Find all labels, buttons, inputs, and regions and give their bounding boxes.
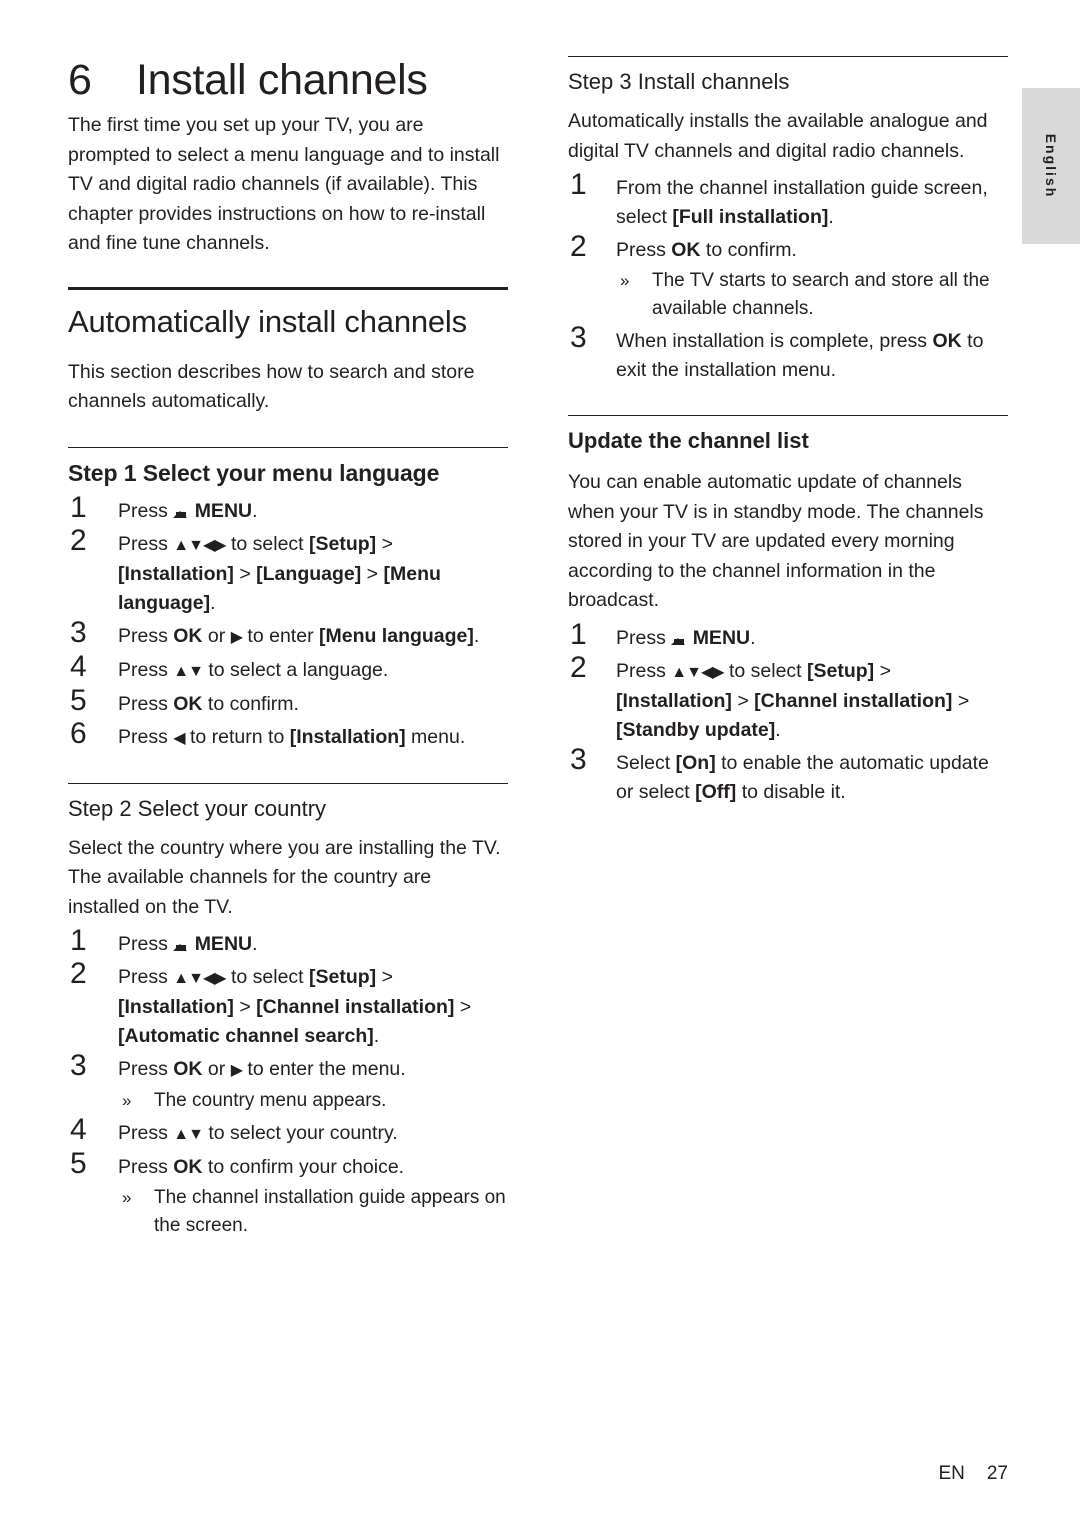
guillemet-icon: » xyxy=(122,1188,132,1207)
step-text: Press OK or ▶ to enter the menu. xyxy=(118,1058,406,1080)
step-number: 1 xyxy=(70,490,87,524)
side-tab-label: English xyxy=(1043,133,1059,199)
step-number: 2 xyxy=(70,957,87,990)
list-item: 5 Press OK to confirm. xyxy=(68,684,508,719)
step-text: Press OK or ▶ to enter [Menu language]. xyxy=(118,624,480,647)
list-item: 3 Press OK or ▶ to enter [Menu language]… xyxy=(68,616,508,652)
step-number: 2 xyxy=(70,523,87,557)
heading-update-channel-list: Update the channel list xyxy=(568,428,809,453)
list-item: 3 Select [On] to enable the automatic up… xyxy=(568,743,1008,807)
step-number: 1 xyxy=(70,924,87,957)
sub-note-text: The country menu appears. xyxy=(154,1090,387,1111)
divider-step3 xyxy=(568,56,1008,57)
step-text: Press ▲▼◀▶ to select [Setup] > [Installa… xyxy=(616,659,970,741)
chapter-number: 6 xyxy=(68,56,92,104)
list-item: 2 Press OK to confirm. » The TV starts to… xyxy=(568,230,1008,323)
heading-step-3: Step 3 Install channels xyxy=(568,69,1008,95)
list-item: 2 Press ▲▼◀▶ to select [Setup] > [Instal… xyxy=(68,957,508,1051)
list-item: 2 Press ▲▼◀▶ to select [Setup] > [Instal… xyxy=(568,651,1008,745)
step-number: 4 xyxy=(70,649,87,683)
guillemet-icon: » xyxy=(122,1091,132,1110)
step-text: Press ▲▼ to select your country. xyxy=(118,1122,398,1144)
home-icon xyxy=(173,505,188,518)
step-number: 5 xyxy=(70,1147,87,1180)
heading-step-2: Step 2 Select your country xyxy=(68,796,508,822)
step-number: 3 xyxy=(570,742,587,776)
list-item: 3 When installation is complete, press O… xyxy=(568,321,1008,385)
step-number: 3 xyxy=(70,615,87,649)
section-intro: This section describes how to search and… xyxy=(68,360,475,413)
sub-note: » The TV starts to search and store all t… xyxy=(616,267,1008,323)
step2-list: 1 Press MENU. 2 Press ▲▼◀▶ to select [Se… xyxy=(68,924,508,1240)
chapter-intro: The first time you set up your TV, you a… xyxy=(68,114,500,254)
update-body: You can enable automatic update of chann… xyxy=(568,471,984,611)
list-item: 1 Press MENU. xyxy=(568,618,1008,653)
divider-update xyxy=(568,415,1008,416)
heading-step-1: Step 1 Select your menu language xyxy=(68,460,508,487)
right-column: Step 3 Install channels Automatically in… xyxy=(568,56,1008,811)
list-item: 4 Press ▲▼ to select a language. xyxy=(68,650,508,686)
home-icon xyxy=(671,632,686,645)
step-number: 3 xyxy=(70,1049,87,1082)
chapter-title: Install channels xyxy=(136,56,428,104)
step-number: 1 xyxy=(570,617,587,651)
footer-language: EN xyxy=(938,1463,965,1484)
divider-step2 xyxy=(68,782,508,784)
step-text: Press ▲▼ to select a language. xyxy=(118,658,389,681)
section-title-auto-install: Automatically install channels xyxy=(68,303,467,339)
page-footer: EN 27 xyxy=(938,1463,1008,1485)
sub-note: » The country menu appears. xyxy=(118,1087,508,1115)
list-item: 1 Press MENU. xyxy=(68,924,508,959)
sub-note: » The channel installation guide appears … xyxy=(118,1184,508,1240)
chapter-heading: 6 Install channels xyxy=(68,56,508,105)
step-number: 2 xyxy=(570,650,587,684)
update-list: 1 Press MENU. 2 Press ▲▼◀▶ to select [Se… xyxy=(568,618,1008,807)
side-tab-english: English xyxy=(1022,88,1080,244)
step-number: 2 xyxy=(570,230,587,263)
list-item: 6 Press ◀ to return to [Installation] me… xyxy=(68,717,508,753)
step3-body: Automatically installs the available ana… xyxy=(568,110,988,162)
heading-step-1-label: Step 1 xyxy=(68,459,137,486)
list-item: 1 From the channel installation guide sc… xyxy=(568,168,1008,232)
sub-note-text: The channel installation guide appears o… xyxy=(154,1187,506,1236)
step-number: 1 xyxy=(570,168,587,201)
step2-body: Select the country where you are install… xyxy=(68,836,501,918)
sub-note-text: The TV starts to search and store all th… xyxy=(652,270,990,319)
step3-list: 1 From the channel installation guide sc… xyxy=(568,168,1008,385)
step-text: Press OK to confirm. xyxy=(118,692,299,715)
step-text: Press OK to confirm your choice. xyxy=(118,1156,405,1178)
left-column: 6 Install channels The first time you se… xyxy=(68,56,508,1244)
step-number: 5 xyxy=(70,683,87,717)
step-number: 4 xyxy=(70,1113,87,1146)
list-item: 4 Press ▲▼ to select your country. xyxy=(68,1113,508,1149)
list-item: 5 Press OK to confirm your choice. » The … xyxy=(68,1147,508,1240)
list-item: 2 Press ▲▼◀▶ to select [Setup] > [Instal… xyxy=(68,524,508,618)
step-text: Press ▲▼◀▶ to select [Setup] > [Installa… xyxy=(118,532,441,614)
heading-step-2-text: Select your country xyxy=(137,795,327,821)
step-number: 3 xyxy=(570,321,587,354)
step-number: 6 xyxy=(70,716,87,750)
home-icon xyxy=(173,938,188,951)
footer-page-number: 27 xyxy=(986,1463,1008,1484)
step-text: Press MENU. xyxy=(118,933,258,955)
list-item: 1 Press MENU. xyxy=(68,491,508,526)
step-text: Press OK to confirm. xyxy=(616,239,797,261)
step-text: From the channel installation guide scre… xyxy=(616,177,988,228)
guillemet-icon: » xyxy=(620,271,630,290)
heading-step-3-text: Install channels xyxy=(637,69,790,94)
heading-step-3-label: Step 3 xyxy=(568,69,632,94)
heading-step-2-label: Step 2 xyxy=(68,795,132,821)
divider-thick xyxy=(68,286,508,290)
list-item: 3 Press OK or ▶ to enter the menu. » The … xyxy=(68,1049,508,1115)
divider-step1 xyxy=(68,446,508,448)
step-text: Press ▲▼◀▶ to select [Setup] > [Installa… xyxy=(118,966,472,1047)
step-text: Press MENU. xyxy=(118,499,258,522)
heading-step-1-text: Select your menu language xyxy=(142,459,440,486)
step-text: Select [On] to enable the automatic upda… xyxy=(616,751,989,803)
step-text: Press MENU. xyxy=(616,626,756,649)
step-text: Press ◀ to return to [Installation] menu… xyxy=(118,725,466,748)
step1-list: 1 Press MENU. 2 Press ▲▼◀▶ to select [Se… xyxy=(68,491,508,753)
step-text: When installation is complete, press OK … xyxy=(616,330,984,381)
document-page: English 6 Install channels The first tim… xyxy=(0,0,1080,1527)
